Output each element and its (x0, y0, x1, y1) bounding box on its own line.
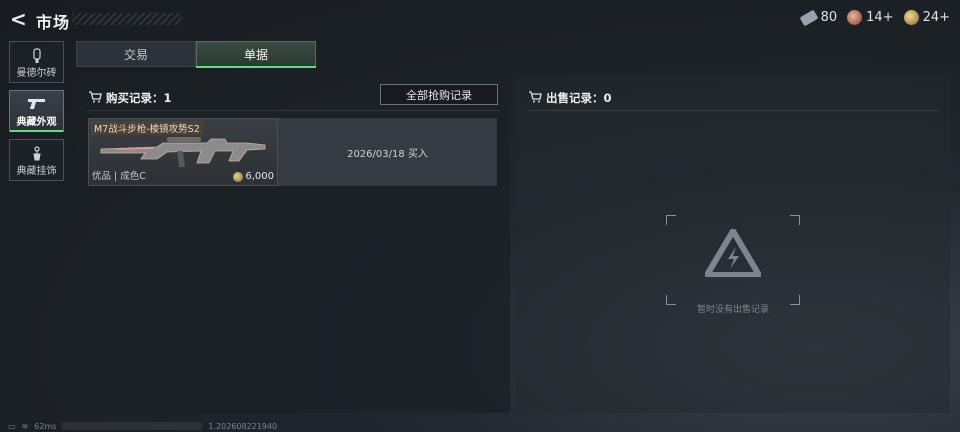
item-price: 6,000 (233, 171, 274, 182)
record-item-card[interactable]: M7战斗步枪-棱镜攻势S2 优品 | 成色C 6,000 (88, 118, 278, 186)
title-decoration (72, 13, 182, 25)
empty-state-frame (666, 215, 800, 305)
currency-value: 24+ (922, 10, 950, 25)
build-version: 1.202608221940 (208, 421, 278, 431)
currency-bar: 80 14+ 24+ (799, 9, 950, 26)
gold-coin-icon (903, 10, 919, 25)
sales-records-title: 出售记录：0 (546, 91, 612, 105)
charm-icon (31, 146, 43, 166)
rifle-image (100, 137, 266, 167)
coin-icon (233, 171, 244, 182)
purchase-records-title: 购买记录：1 (106, 91, 172, 105)
currency-banknote[interactable]: 80 (799, 9, 838, 26)
status-footer: ▭ ≋ 62ms 1.202608221940 (8, 420, 277, 432)
divider (526, 110, 940, 111)
battery-icon: ▭ (8, 421, 16, 431)
sales-records-panel: 出售记录：0 暂时没有出售记录 (516, 77, 950, 413)
currency-red-coin[interactable]: 14+ (847, 10, 894, 25)
back-button[interactable]: < (10, 9, 30, 29)
sidebar-item-label: 典藏外观 (16, 117, 57, 128)
all-purchase-records-button[interactable]: 全部抢购记录 (380, 84, 498, 105)
tab-trade[interactable]: 交易 (76, 41, 196, 67)
red-coin-icon (847, 10, 863, 25)
tab-bar: 交易 单据 (76, 41, 316, 67)
purchase-record-row[interactable]: M7战斗步枪-棱镜攻势S2 优品 | 成色C 6,000 2026/03/18 … (88, 118, 497, 186)
sales-records-header: 出售记录：0 (528, 90, 612, 106)
empty-logo-icon (705, 229, 761, 277)
item-name: M7战斗步枪-棱镜攻势S2 (91, 121, 203, 135)
currency-value: 14+ (866, 10, 894, 25)
footer-bar (62, 422, 203, 430)
cart-icon (88, 90, 102, 106)
frame-corner (666, 215, 676, 225)
sell-icon (528, 90, 542, 106)
brick-icon (31, 48, 43, 68)
banknote-icon (799, 9, 819, 26)
sidebar-item-mandel-brick[interactable]: 曼德尔砖 (9, 41, 64, 83)
purchase-records-header: 购买记录：1 (88, 90, 172, 106)
page-title: 市场 (36, 13, 71, 32)
purchase-records-panel: 购买记录：1 全部抢购记录 M7战斗步枪-棱镜攻势S2 优品 | 成色C 6,0… (76, 77, 510, 413)
sidebar-item-collection-charms[interactable]: 典藏挂饰 (9, 139, 64, 181)
pistol-icon (27, 97, 47, 115)
currency-gold-coin[interactable]: 24+ (903, 10, 950, 25)
currency-value: 80 (820, 10, 838, 25)
item-price-value: 6,000 (245, 171, 274, 182)
divider (86, 110, 500, 111)
frame-corner (790, 215, 800, 225)
tab-receipts[interactable]: 单据 (196, 41, 316, 67)
item-quality: 优品 | 成色C (92, 171, 146, 182)
tab-active-indicator (196, 66, 316, 68)
wifi-icon: ≋ (21, 421, 29, 431)
ping-value: 62ms (34, 421, 57, 431)
record-date-info: 2026/03/18 买入 (278, 118, 497, 186)
sidebar-item-collection-skins[interactable]: 典藏外观 (9, 90, 64, 132)
empty-state-text: 暂时没有出售记录 (696, 305, 769, 315)
